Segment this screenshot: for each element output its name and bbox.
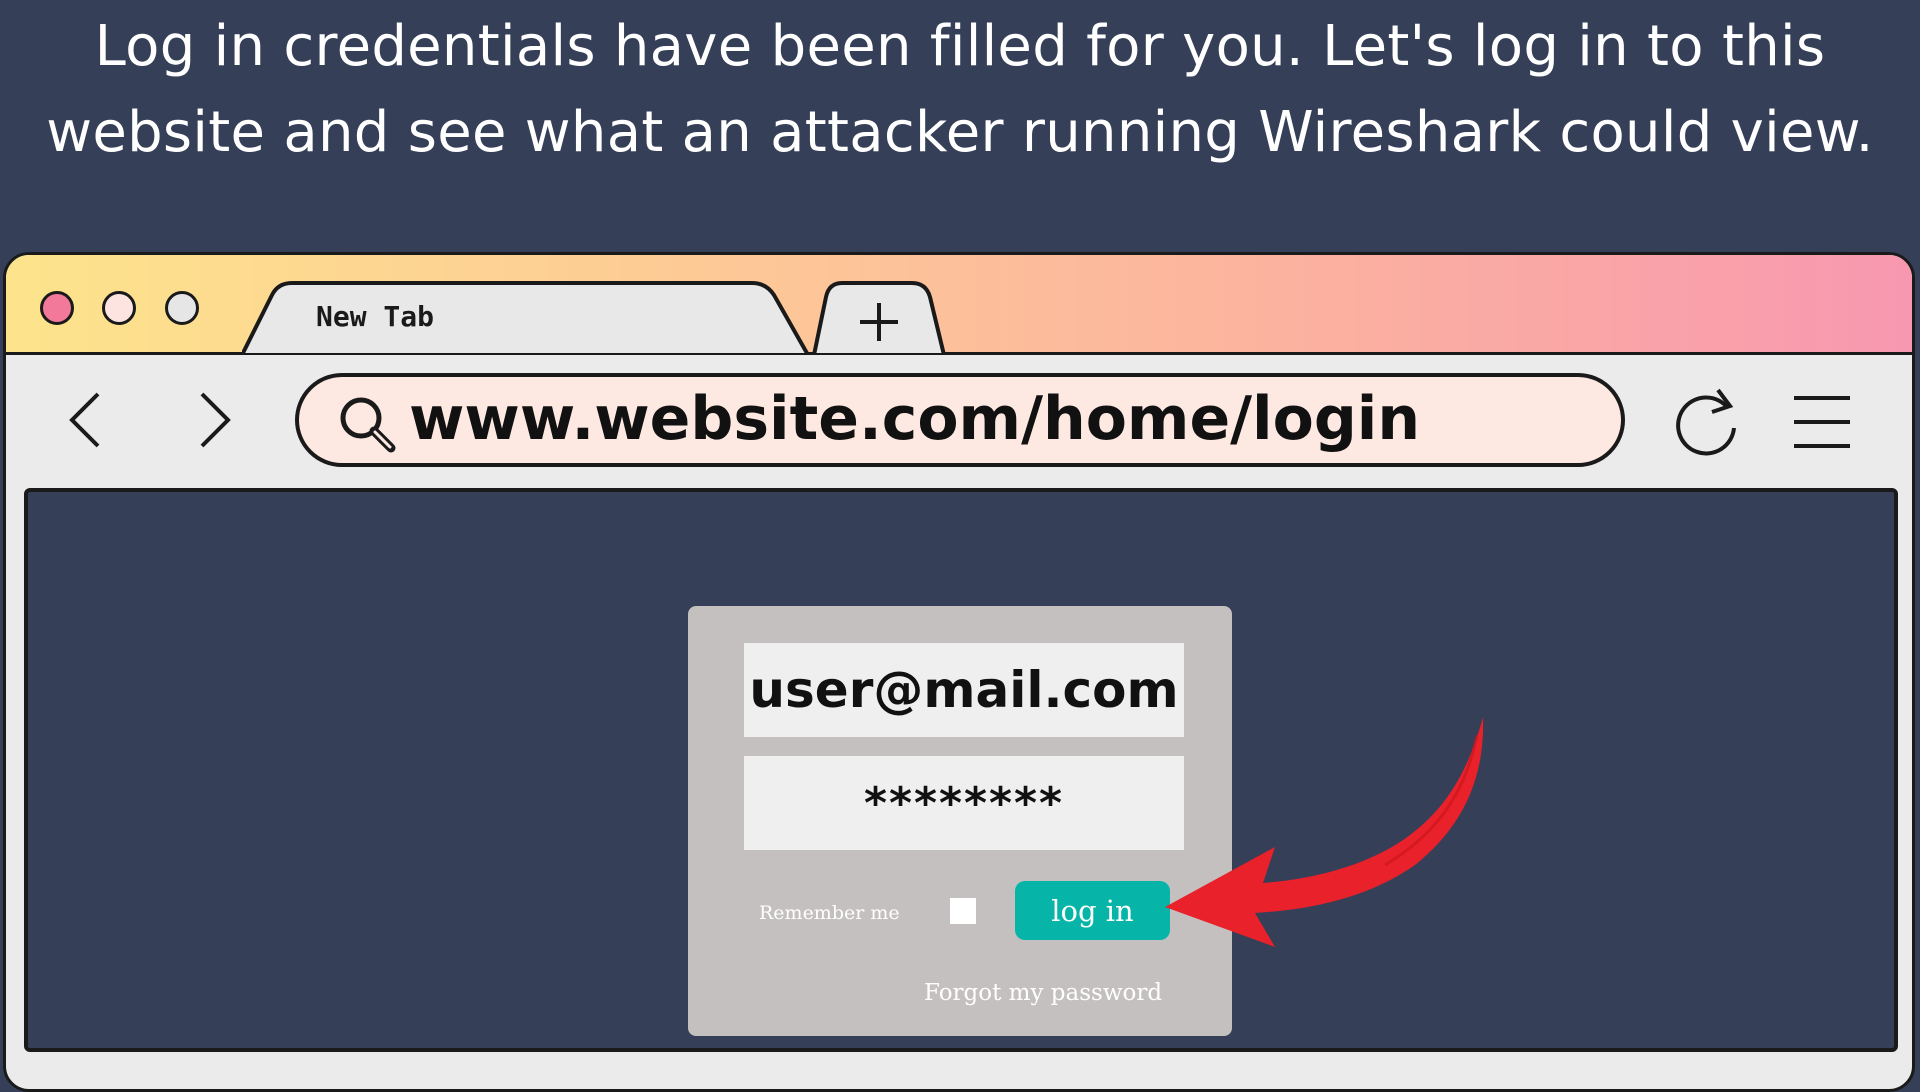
tab-bar: New Tab (6, 255, 1912, 355)
new-tab-button[interactable] (812, 281, 946, 355)
remember-me-label: Remember me (759, 902, 900, 924)
password-field[interactable]: ******** (744, 756, 1184, 850)
login-card: user@mail.com ******** Remember me log i… (688, 606, 1232, 1036)
login-button[interactable]: log in (1015, 881, 1170, 940)
email-field[interactable]: user@mail.com (744, 643, 1184, 737)
reload-icon[interactable] (1670, 384, 1744, 460)
hamburger-menu-icon[interactable] (1792, 393, 1852, 451)
tab-label: New Tab (316, 300, 435, 333)
remember-me-checkbox[interactable] (950, 898, 976, 924)
instruction-text: Log in credentials have been filled for … (46, 14, 1874, 165)
red-arrow-icon (1165, 717, 1484, 947)
back-arrow-icon[interactable] (66, 390, 106, 450)
maximize-window-button[interactable] (165, 291, 199, 325)
minimize-window-button[interactable] (102, 291, 136, 325)
url-text: www.website.com/home/login (409, 384, 1421, 454)
address-bar[interactable]: www.website.com/home/login (295, 373, 1625, 467)
search-icon (340, 397, 396, 453)
close-window-button[interactable] (40, 291, 74, 325)
forgot-password-link[interactable]: Forgot my password (924, 980, 1162, 1006)
forward-arrow-icon[interactable] (194, 390, 234, 450)
